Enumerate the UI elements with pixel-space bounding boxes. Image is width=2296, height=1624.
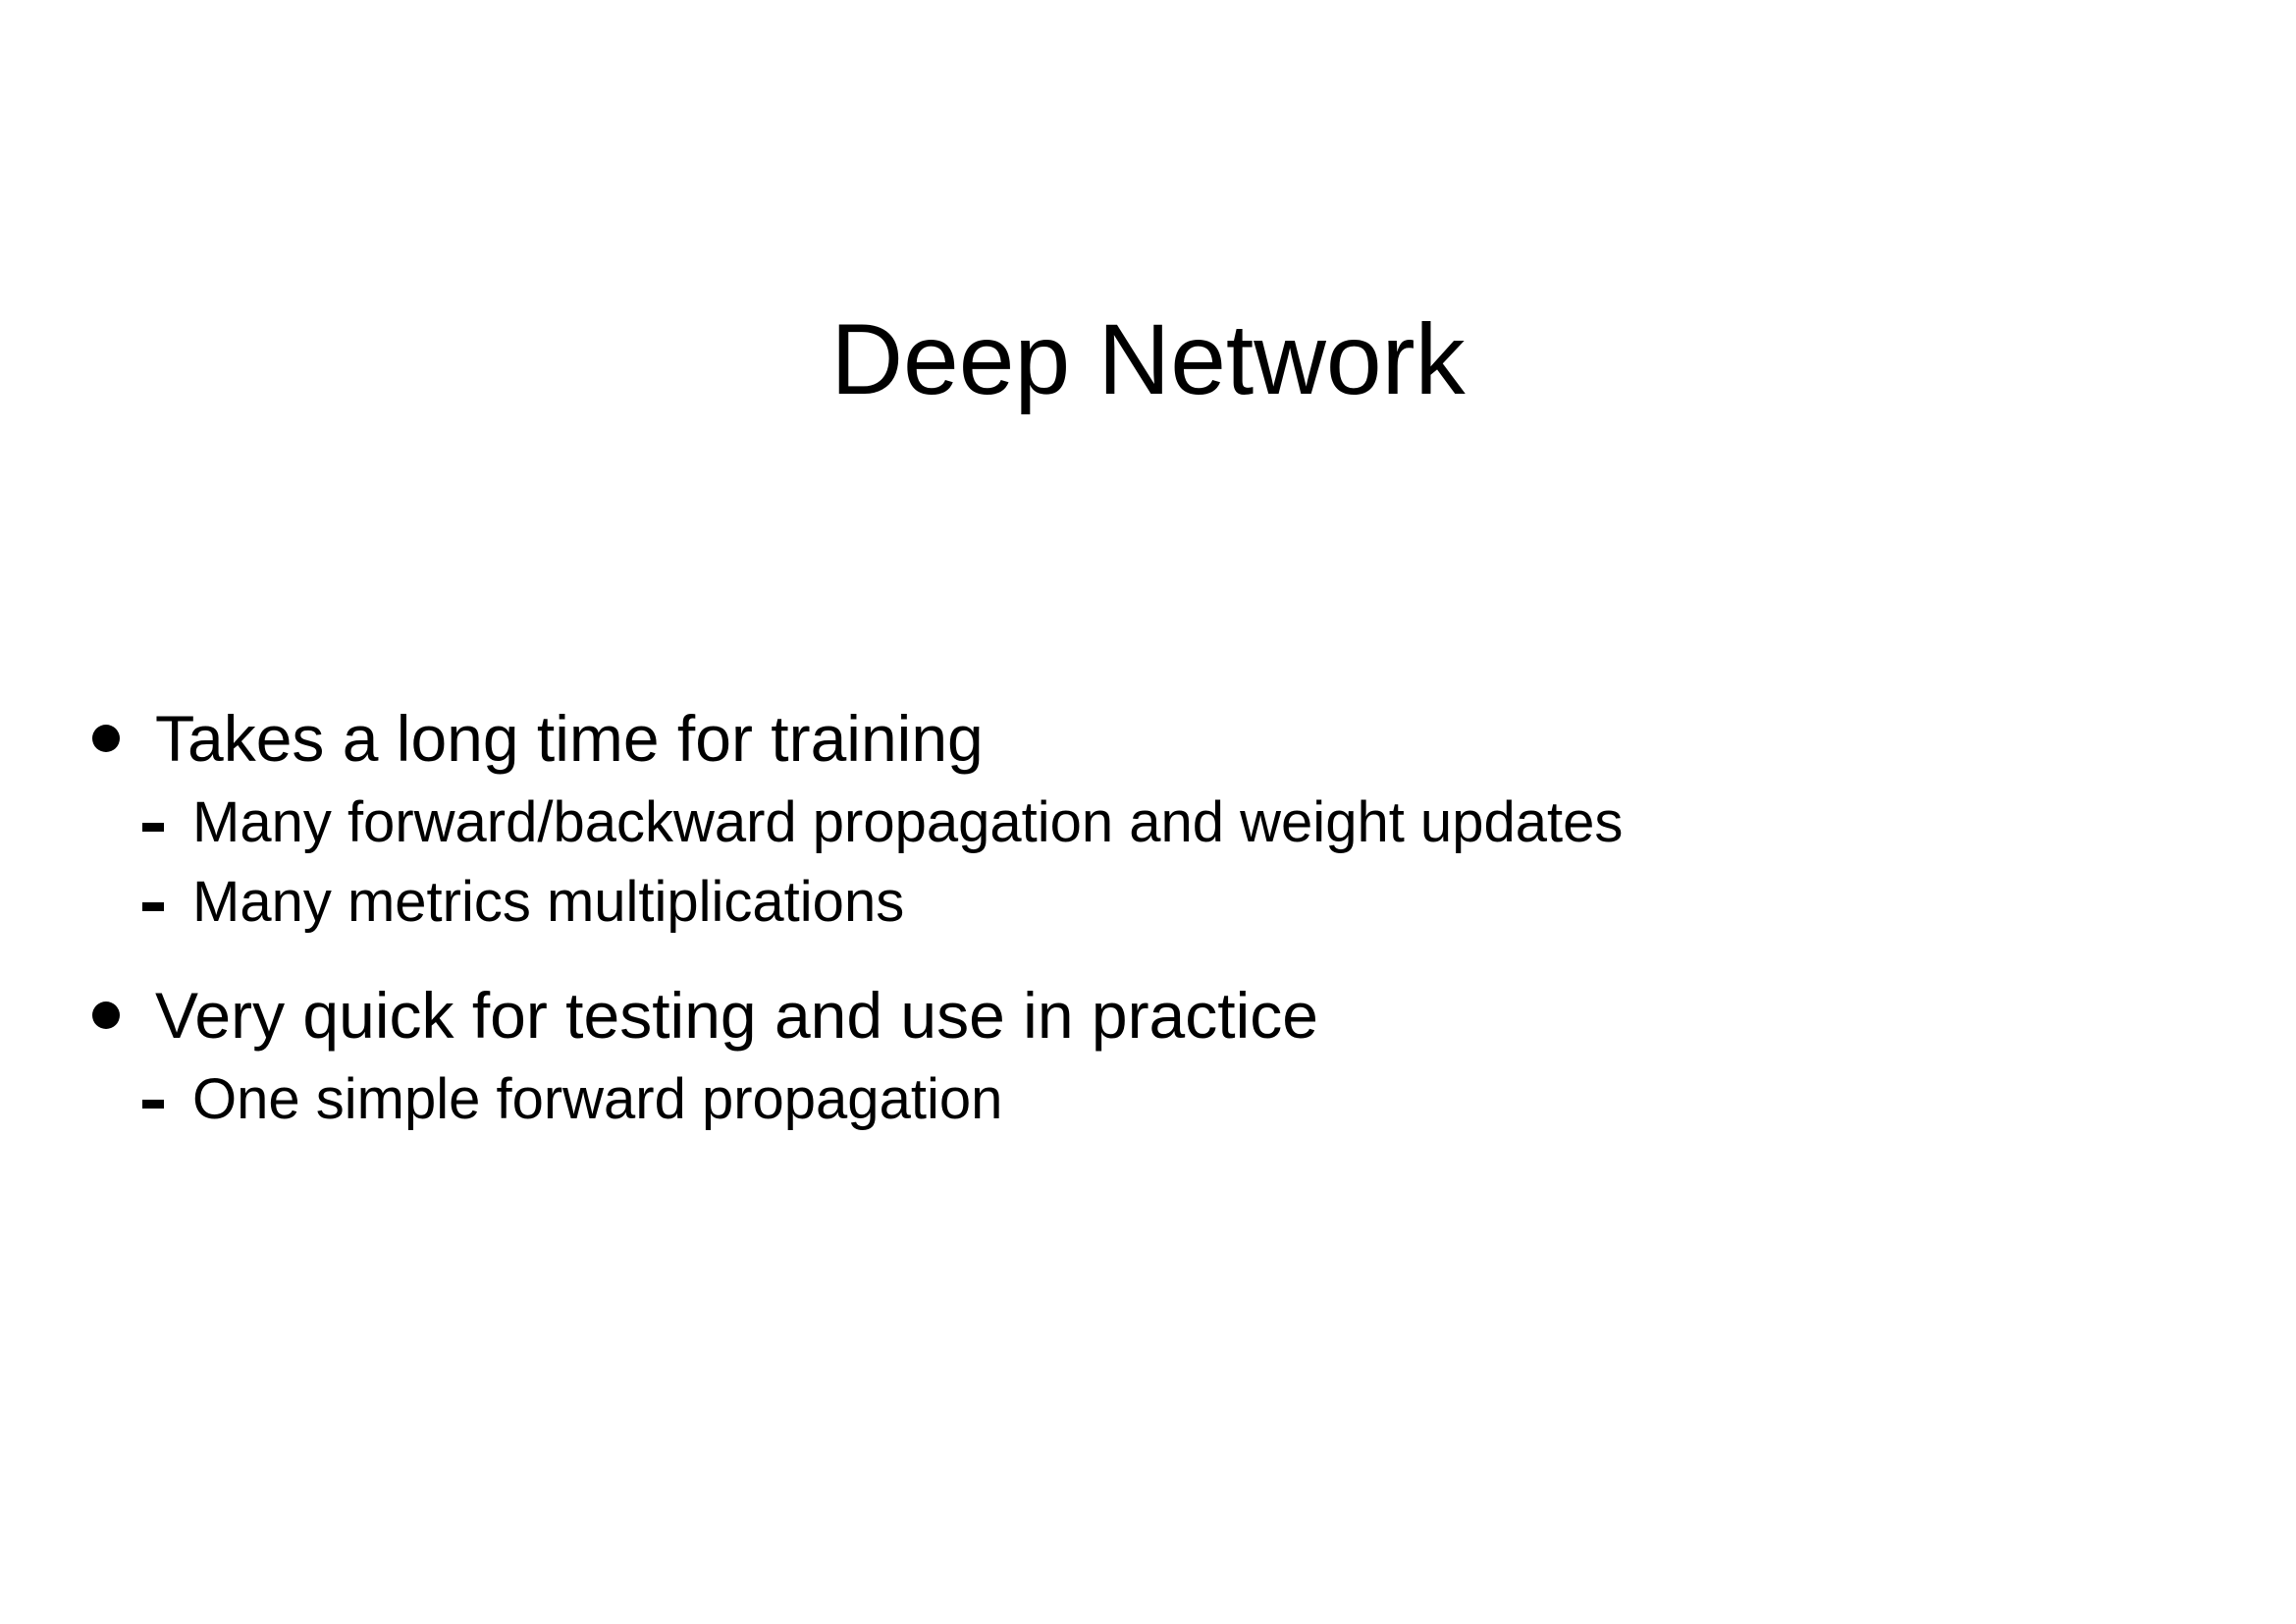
slide: Deep Network Takes a long time for train…: [0, 0, 2296, 1624]
bullet-dot-icon: [92, 725, 120, 752]
sub-bullet-text: One simple forward propagation: [192, 1067, 1003, 1131]
bullet-text: Takes a long time for training: [155, 702, 984, 775]
bullet-list: Takes a long time for training Many forw…: [0, 0, 2296, 1624]
sub-bullet-text: Many forward/backward propagation and we…: [192, 790, 1624, 854]
bullet-text: Very quick for testing and use in practi…: [155, 979, 1318, 1052]
bullet-dot-icon: [92, 1001, 120, 1029]
dash-icon: [142, 902, 164, 911]
dash-icon: [142, 823, 164, 832]
dash-icon: [142, 1100, 164, 1109]
sub-bullet-text: Many metrics multiplications: [192, 870, 905, 934]
